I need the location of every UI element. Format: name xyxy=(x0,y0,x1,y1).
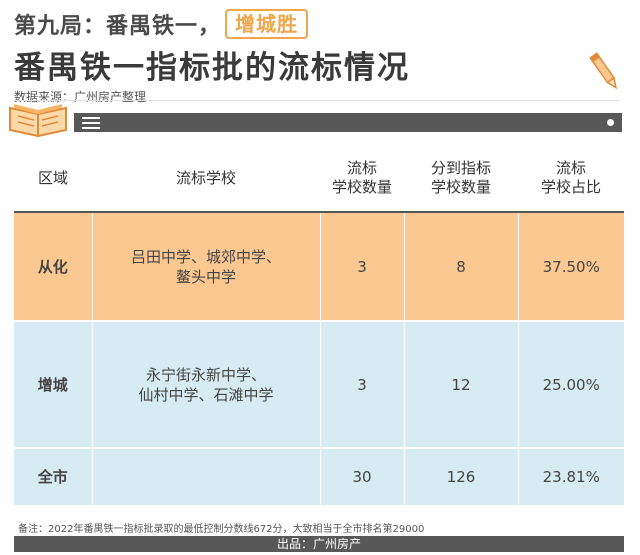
menu-icon xyxy=(82,117,100,132)
schools-cell xyxy=(92,448,321,507)
title-prefix-line: 第九局：番禺铁一， 增城胜 xyxy=(14,8,309,40)
pencil-icon xyxy=(590,52,617,90)
title-highlight-badge: 增城胜 xyxy=(225,9,309,39)
dot-icon xyxy=(607,119,614,126)
book-icon xyxy=(9,104,67,138)
header-divider xyxy=(14,100,620,101)
failed-count-cell: 30 xyxy=(320,448,405,507)
assigned-count-cell: 12 xyxy=(404,321,519,449)
footer-credit: 出品：广州房产 xyxy=(14,536,624,552)
title-prefix: 第九局：番禺铁一， xyxy=(14,14,222,39)
table-container: 区域 流标学校 流标 学校数量 分到指标 学校数量 流标 学校占比 从化 吕田中学、城… xyxy=(14,145,624,507)
ratio-cell: 23.81% xyxy=(518,448,624,507)
column-header-assigned-count: 分到指标 学校数量 xyxy=(430,159,491,196)
schools-cell: 吕田中学、城郊中学、 鳌头中学 xyxy=(92,212,321,322)
page-title: 番禺铁一指标批的流标情况 xyxy=(14,50,410,86)
footnote: 备注：2022年番禺铁一指标批录取的最低控制分数线672分，大致相当于全市排名第… xyxy=(18,524,425,535)
schools-cell: 永宁街永新中学、 仙村中学、石滩中学 xyxy=(92,321,321,449)
window-top-bar xyxy=(74,113,622,132)
column-header-region: 区域 xyxy=(37,168,68,187)
column-header-failed-count: 流标 学校数量 xyxy=(331,159,392,196)
region-cell: 从化 xyxy=(14,212,93,322)
failed-count-cell: 3 xyxy=(320,321,405,449)
ratio-cell: 37.50% xyxy=(518,212,624,322)
column-header-schools: 流标学校 xyxy=(175,168,236,187)
table-header-row: 区域 流标学校 流标 学校数量 分到指标 学校数量 流标 学校占比 xyxy=(14,145,624,212)
table-row: 从化 吕田中学、城郊中学、 鳌头中学 3 8 37.50% xyxy=(14,212,624,322)
region-cell: 增城 xyxy=(14,321,93,449)
ratio-cell: 25.00% xyxy=(518,321,624,449)
region-cell: 全市 xyxy=(14,448,93,507)
column-header-ratio: 流标 学校占比 xyxy=(540,159,601,196)
failed-count-cell: 3 xyxy=(320,212,405,322)
table-row: 全市 30 126 23.81% xyxy=(14,448,624,507)
fail-rate-table: 区域 流标学校 流标 学校数量 分到指标 学校数量 流标 学校占比 从化 吕田中学、城… xyxy=(14,145,624,507)
assigned-count-cell: 8 xyxy=(404,212,519,322)
assigned-count-cell: 126 xyxy=(404,448,519,507)
table-row: 增城 永宁街永新中学、 仙村中学、石滩中学 3 12 25.00% xyxy=(14,321,624,449)
